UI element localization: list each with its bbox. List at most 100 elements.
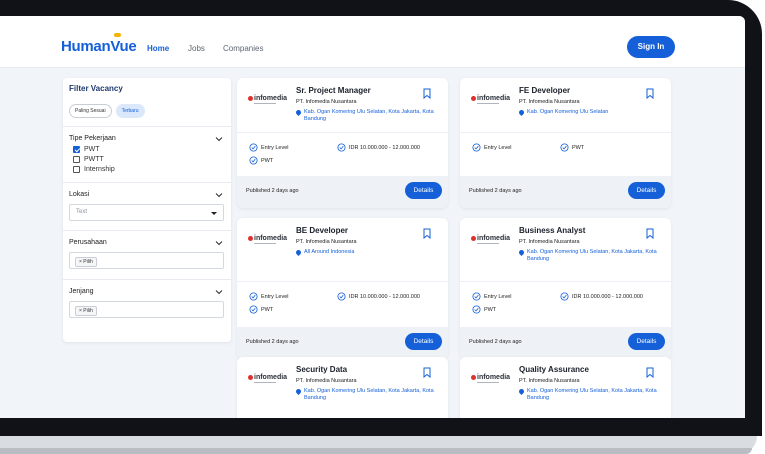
brand-name: infomedia <box>254 95 288 102</box>
divider <box>63 230 231 231</box>
check-circle-icon <box>249 292 258 301</box>
location-pin-icon <box>517 108 526 117</box>
location-pin-icon <box>517 387 526 396</box>
check-circle-icon <box>337 143 346 152</box>
location-text: Kab. Ogan Komering Ulu Selatan, Kota Jak… <box>304 109 434 122</box>
location-pin-icon <box>517 248 526 257</box>
job-type: PWT <box>249 305 273 314</box>
job-title[interactable]: Business Analyst <box>519 226 585 235</box>
bookmark-icon[interactable] <box>423 228 431 239</box>
divider <box>237 132 448 133</box>
job-title[interactable]: Quality Assurance <box>519 365 589 374</box>
company-name: PT. Infomedia Nusantara <box>519 99 580 105</box>
location-pin-icon <box>294 108 303 117</box>
job-level-text: Entry Level <box>484 293 512 300</box>
divider <box>63 126 231 127</box>
brand-name: infomedia <box>254 374 288 381</box>
nav-link-companies[interactable]: Companies <box>223 44 263 53</box>
job-level: Entry Level <box>472 143 512 152</box>
published-date: Published 2 days ago <box>469 339 522 345</box>
divider <box>460 281 671 282</box>
job-type-option-internship[interactable]: Internship <box>73 166 115 173</box>
brand-name: infomedia <box>477 374 511 381</box>
card-footer: Published 2 days ago Details <box>460 327 671 359</box>
bookmark-icon[interactable] <box>646 228 654 239</box>
job-level: Entry Level <box>249 143 289 152</box>
filter-title: Filter Vacancy <box>69 84 123 93</box>
job-card[interactable]: infomedia BE Developer PT. Infomedia Nus… <box>237 218 448 359</box>
job-card[interactable]: infomedia Quality Assurance PT. Infomedi… <box>460 357 671 418</box>
company-tag[interactable]: × Pilih <box>75 257 97 267</box>
job-type-label: PWTT <box>84 156 104 163</box>
job-location: Kab. Ogan Komering Ulu Selatan, Kota Jak… <box>517 248 659 263</box>
sign-in-button[interactable]: Sign In <box>627 36 675 58</box>
nav-link-jobs[interactable]: Jobs <box>188 44 205 53</box>
details-button[interactable]: Details <box>405 333 442 350</box>
job-title[interactable]: BE Developer <box>296 226 348 235</box>
nav-link-home[interactable]: Home <box>147 44 169 53</box>
sort-chip-paling-sesuai[interactable]: Paling Sesuai <box>69 104 112 118</box>
details-button[interactable]: Details <box>405 182 442 199</box>
job-location: Kab. Ogan Komering Ulu Selatan <box>517 108 659 117</box>
details-button[interactable]: Details <box>628 333 665 350</box>
bookmark-icon[interactable] <box>646 88 654 99</box>
job-card[interactable]: infomedia Security Data PT. Infomedia Nu… <box>237 357 448 418</box>
sort-chip-terbaru[interactable]: Terbaru <box>115 104 145 118</box>
filter-panel: Filter Vacancy Paling Sesuai Terbaru Tip… <box>63 78 231 342</box>
job-type: PWT <box>472 305 496 314</box>
location-text: Kab. Ogan Komering Ulu Selatan <box>527 109 609 115</box>
company-select[interactable]: × Pilih <box>69 252 224 269</box>
company-logo: infomedia <box>471 374 510 381</box>
company-logo: infomedia <box>248 95 287 102</box>
logo[interactable]: HumanVue <box>61 33 137 55</box>
check-circle-icon <box>472 143 481 152</box>
bookmark-icon[interactable] <box>646 367 654 378</box>
job-level-text: Entry Level <box>261 144 289 151</box>
brand-swirl-icon <box>471 236 476 241</box>
chevron-down-icon[interactable] <box>215 191 223 199</box>
company-title: Perusahaan <box>69 239 107 246</box>
divider <box>63 279 231 280</box>
laptop-base-shadow <box>0 448 752 454</box>
checkbox[interactable] <box>73 156 80 163</box>
job-type-option-pwt[interactable]: PWT <box>73 146 100 153</box>
bookmark-icon[interactable] <box>423 88 431 99</box>
job-card[interactable]: infomedia Business Analyst PT. Infomedia… <box>460 218 671 359</box>
location-title: Lokasi <box>69 191 90 198</box>
job-salary: IDR 10.000.000 - 12.000.000 <box>337 143 420 152</box>
brand-underline <box>254 382 276 383</box>
company-logo: infomedia <box>471 235 510 242</box>
card-footer: Published 2 days ago Details <box>237 327 448 359</box>
job-card[interactable]: infomedia Sr. Project Manager PT. Infome… <box>237 78 448 208</box>
chevron-down-icon[interactable] <box>215 135 223 143</box>
brand-swirl-icon <box>248 236 253 241</box>
job-title[interactable]: Sr. Project Manager <box>296 86 371 95</box>
location-select[interactable]: Text <box>69 204 224 221</box>
company-name: PT. Infomedia Nusantara <box>296 378 357 384</box>
level-select[interactable]: × Pilih <box>69 301 224 318</box>
check-circle-icon <box>249 305 258 314</box>
level-tag[interactable]: × Pilih <box>75 306 97 316</box>
bookmark-icon[interactable] <box>423 367 431 378</box>
sort-options: Paling Sesuai Terbaru <box>69 104 145 118</box>
location-text: Kab. Ogan Komering Ulu Selatan, Kota Jak… <box>527 388 657 401</box>
details-button[interactable]: Details <box>628 182 665 199</box>
job-location: All Around Indonesia <box>294 248 436 257</box>
job-salary: IDR 10.000.000 - 12.000.000 <box>560 292 643 301</box>
navbar: HumanVue Home Jobs Companies Sign In <box>0 16 745 68</box>
job-type-option-pwtt[interactable]: PWTT <box>73 156 104 163</box>
brand-underline <box>477 243 499 244</box>
job-type-title: Tipe Pekerjaan <box>69 135 116 142</box>
brand-underline <box>477 103 499 104</box>
job-card[interactable]: infomedia FE Developer PT. Infomedia Nus… <box>460 78 671 208</box>
job-title[interactable]: FE Developer <box>519 86 570 95</box>
chevron-down-icon[interactable] <box>215 239 223 247</box>
card-footer: Published 2 days ago Details <box>237 176 448 208</box>
check-circle-icon <box>249 143 258 152</box>
checkbox[interactable] <box>73 166 80 173</box>
job-location: Kab. Ogan Komering Ulu Selatan, Kota Jak… <box>517 387 659 402</box>
job-title[interactable]: Security Data <box>296 365 347 374</box>
chevron-down-icon[interactable] <box>215 288 223 296</box>
job-type: PWT <box>249 156 273 165</box>
checkbox-checked[interactable] <box>73 146 80 153</box>
